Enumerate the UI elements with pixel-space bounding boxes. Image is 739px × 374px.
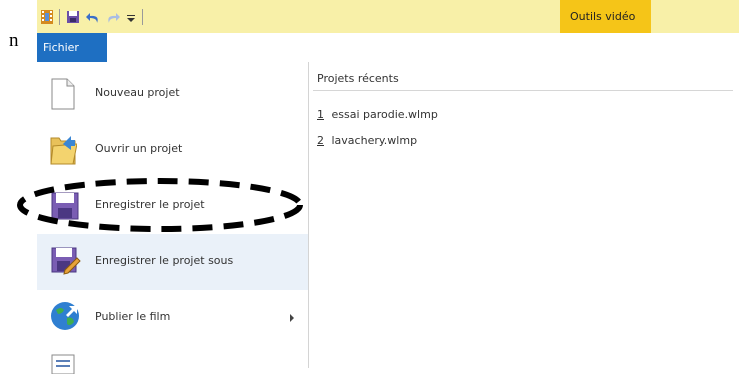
hand-drawn-dashed-ellipse [17, 178, 303, 232]
